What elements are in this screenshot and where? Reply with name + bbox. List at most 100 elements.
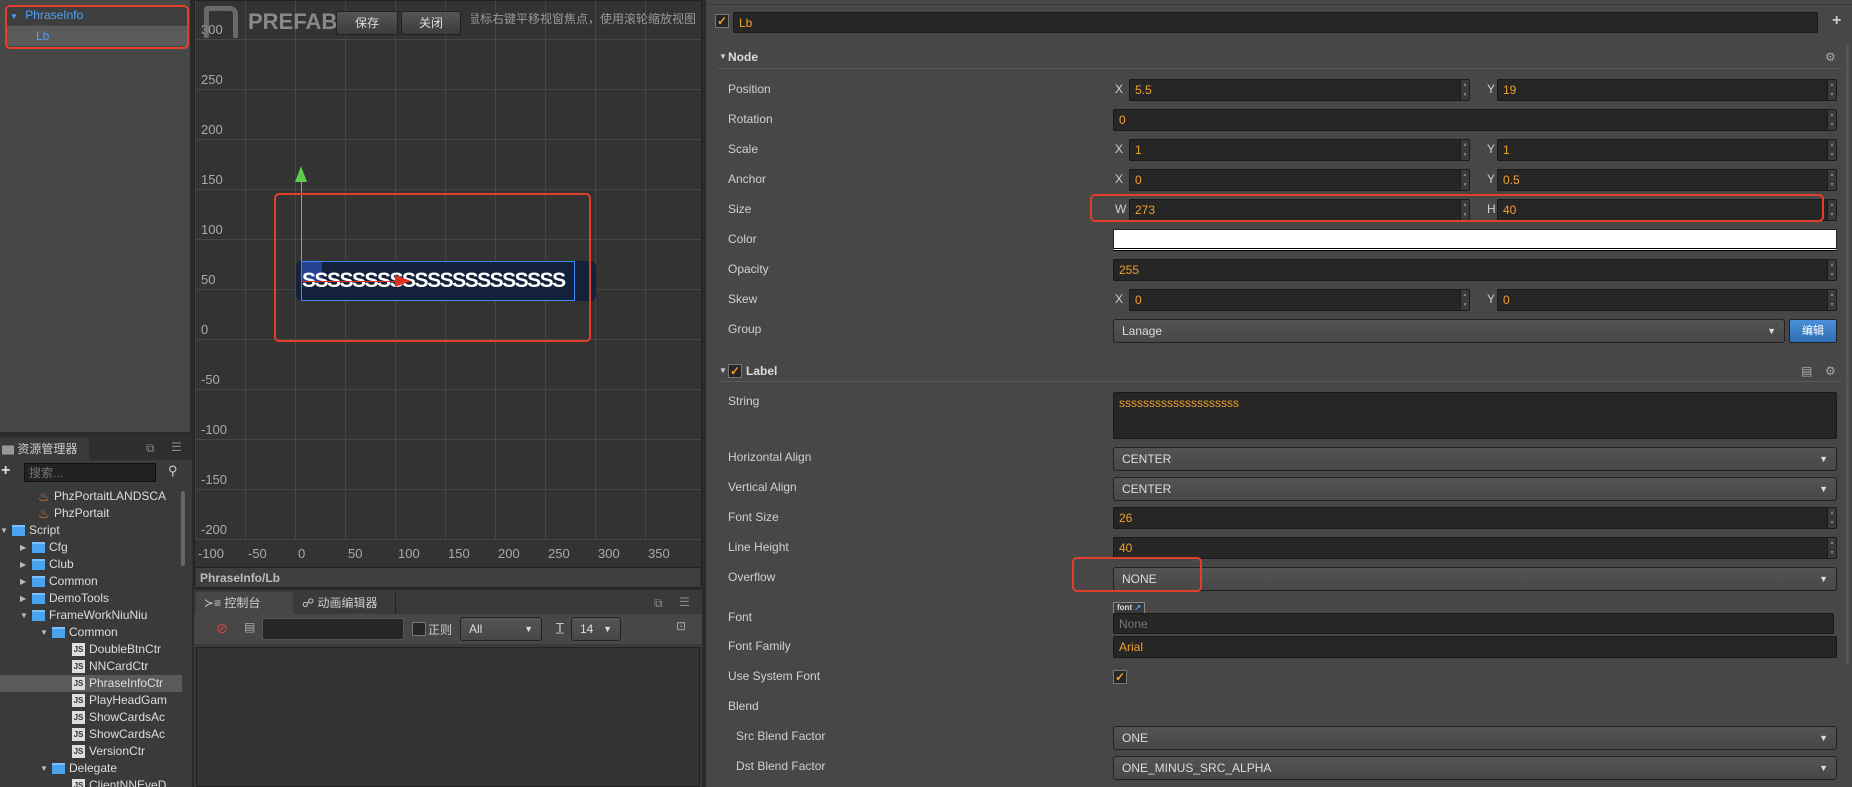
anchor-y-input[interactable]: 0.5 ▲ ▼: [1497, 169, 1837, 191]
node-active-checkbox[interactable]: ✓: [715, 14, 729, 28]
label-enabled-checkbox[interactable]: ✓: [728, 364, 742, 378]
asset-item[interactable]: ▼ FrameWorkNiuNiu: [0, 607, 182, 624]
collapse-arrow-icon[interactable]: ▶: [20, 590, 26, 607]
book-icon[interactable]: ▤: [1801, 364, 1812, 378]
filter-input[interactable]: [262, 618, 404, 640]
asset-item[interactable]: ▶ Cfg: [0, 539, 182, 556]
expand-arrow-icon[interactable]: ▼: [40, 760, 48, 777]
tab-console[interactable]: ≻≡ 控制台: [196, 592, 293, 614]
add-component-icon[interactable]: +: [1832, 12, 1841, 30]
horizontal-align-select[interactable]: CENTER ▼: [1113, 447, 1837, 471]
collapse-arrow-icon[interactable]: ▶: [20, 539, 26, 556]
spinner[interactable]: ▲ ▼: [1827, 80, 1836, 100]
tab-animation-editor[interactable]: ☍ 动画编辑器: [294, 592, 396, 614]
spinner[interactable]: ▲ ▼: [1827, 538, 1836, 558]
expand-arrow-icon[interactable]: ▼: [0, 522, 8, 539]
collapse-arrow-icon[interactable]: ▼: [719, 52, 727, 61]
y-arrow-icon[interactable]: [295, 166, 307, 182]
assets-panel: ▆ 资源管理器 ⧉ ☰ + ⚲ ♨ PhzPortaitLANDSCA ♨ PhzPo…: [0, 436, 192, 787]
asset-item[interactable]: ▼ Script: [0, 522, 182, 539]
menu-icon[interactable]: ☰: [679, 595, 690, 609]
file-icon[interactable]: ▤: [244, 620, 255, 634]
collapse-arrow-icon[interactable]: ▶: [20, 556, 26, 573]
gear-icon[interactable]: ⚙: [1825, 364, 1836, 378]
log-level-select[interactable]: All ▼: [460, 617, 542, 641]
spinner[interactable]: ▲ ▼: [1827, 200, 1836, 220]
spinner[interactable]: ▲ ▼: [1460, 290, 1469, 310]
asset-item[interactable]: ▶ Common: [0, 573, 182, 590]
asset-item[interactable]: JS ShowCardsAc: [0, 726, 182, 743]
scrollbar[interactable]: [181, 491, 185, 566]
src-blend-factor-select[interactable]: ONE ▼: [1113, 726, 1837, 750]
line-height-input[interactable]: 40 ▲ ▼: [1113, 537, 1837, 559]
font-family-input[interactable]: Arial: [1113, 636, 1837, 658]
vertical-align-select[interactable]: CENTER ▼: [1113, 477, 1837, 501]
font-asset-field[interactable]: None: [1113, 613, 1834, 634]
folder-icon: [52, 763, 65, 774]
skew-x-input[interactable]: 0 ▲ ▼: [1129, 289, 1470, 311]
scale-y-input[interactable]: 1 ▲ ▼: [1497, 139, 1837, 161]
scale-x-input[interactable]: 1 ▲ ▼: [1129, 139, 1470, 161]
asset-item[interactable]: ▶ DemoTools: [0, 590, 182, 607]
field-label: Dst Blend Factor: [736, 759, 826, 773]
close-button[interactable]: 关闭: [401, 11, 461, 35]
expand-arrow-icon[interactable]: ▼: [40, 624, 48, 641]
rotation-input[interactable]: 0 ▲ ▼: [1113, 109, 1837, 131]
spinner[interactable]: ▲ ▼: [1827, 170, 1836, 190]
asset-item[interactable]: JS NNCardCtr: [0, 658, 182, 675]
search-icon[interactable]: ⚲: [168, 463, 178, 479]
position-x-input[interactable]: 5.5 ▲ ▼: [1129, 79, 1470, 101]
spinner[interactable]: ▲ ▼: [1827, 140, 1836, 160]
gear-icon[interactable]: ⚙: [1825, 50, 1836, 64]
collapse-arrow-icon[interactable]: ▶: [20, 573, 26, 590]
asset-search-input[interactable]: [24, 463, 156, 482]
tab-assets[interactable]: ▆ 资源管理器: [0, 438, 89, 460]
asset-item[interactable]: ▼ Common: [0, 624, 182, 641]
spinner[interactable]: ▲ ▼: [1827, 290, 1836, 310]
save-button[interactable]: 保存: [336, 11, 398, 35]
spinner[interactable]: ▲ ▼: [1827, 508, 1836, 528]
skew-y-input[interactable]: 0 ▲ ▼: [1497, 289, 1837, 311]
asset-item[interactable]: JS ClientNNEveD: [0, 777, 182, 787]
asset-item[interactable]: ♨ PhzPortait: [0, 505, 182, 522]
asset-item[interactable]: ▼ Delegate: [0, 760, 182, 777]
add-icon[interactable]: +: [1, 462, 10, 480]
opacity-input[interactable]: 255 ▲ ▼: [1113, 259, 1837, 281]
anchor-x-input[interactable]: 0 ▲ ▼: [1129, 169, 1470, 191]
spinner[interactable]: ▲ ▼: [1460, 140, 1469, 160]
clear-icon[interactable]: ⊘: [216, 620, 228, 637]
font-size-input[interactable]: 26 ▲ ▼: [1113, 507, 1837, 529]
menu-icon[interactable]: ☰: [171, 440, 182, 454]
asset-item[interactable]: ▶ Club: [0, 556, 182, 573]
axis-label: X: [1115, 172, 1124, 186]
scene-view[interactable]: 300 250 200 150 100 50 0 -50 -100 -150 -200 -100 -50…: [194, 0, 702, 588]
link-icon[interactable]: ↗: [1132, 603, 1141, 612]
collapse-arrow-icon[interactable]: ▼: [719, 366, 727, 375]
color-picker[interactable]: [1113, 229, 1837, 251]
popout-icon[interactable]: ⧉: [146, 441, 155, 456]
dst-blend-factor-select[interactable]: ONE_MINUS_SRC_ALPHA ▼: [1113, 756, 1837, 780]
asset-item[interactable]: JS DoubleBtnCtr: [0, 641, 182, 658]
asset-item[interactable]: JS ShowCardsAc: [0, 709, 182, 726]
use-system-font-checkbox[interactable]: ✓: [1113, 670, 1127, 684]
popout-icon[interactable]: ⧉: [654, 596, 663, 611]
overflow-select[interactable]: NONE ▼: [1113, 567, 1837, 591]
edit-group-button[interactable]: 编辑: [1789, 319, 1837, 343]
group-select[interactable]: Lanage ▼: [1113, 319, 1785, 343]
asset-item[interactable]: ♨ PhzPortaitLANDSCA: [0, 488, 182, 505]
asset-item[interactable]: JS VersionCtr: [0, 743, 182, 760]
regex-checkbox[interactable]: [412, 622, 426, 636]
spinner[interactable]: ▲ ▼: [1827, 110, 1836, 130]
asset-item[interactable]: JS PhraseInfoCtr: [0, 675, 182, 692]
string-textarea[interactable]: ssssssssssssssssssss: [1113, 392, 1837, 439]
expand-arrow-icon[interactable]: ▼: [20, 607, 28, 624]
spinner[interactable]: ▲ ▼: [1460, 170, 1469, 190]
collapse-icon[interactable]: ⊡: [676, 619, 686, 633]
font-size-select[interactable]: 14 ▼: [571, 617, 621, 641]
scrollbar[interactable]: [1846, 45, 1849, 665]
spinner[interactable]: ▲ ▼: [1460, 80, 1469, 100]
spinner[interactable]: ▲ ▼: [1827, 260, 1836, 280]
node-name-input[interactable]: Lb: [733, 12, 1818, 33]
position-y-input[interactable]: 19 ▲ ▼: [1497, 79, 1837, 101]
asset-item[interactable]: JS PlayHeadGam: [0, 692, 182, 709]
